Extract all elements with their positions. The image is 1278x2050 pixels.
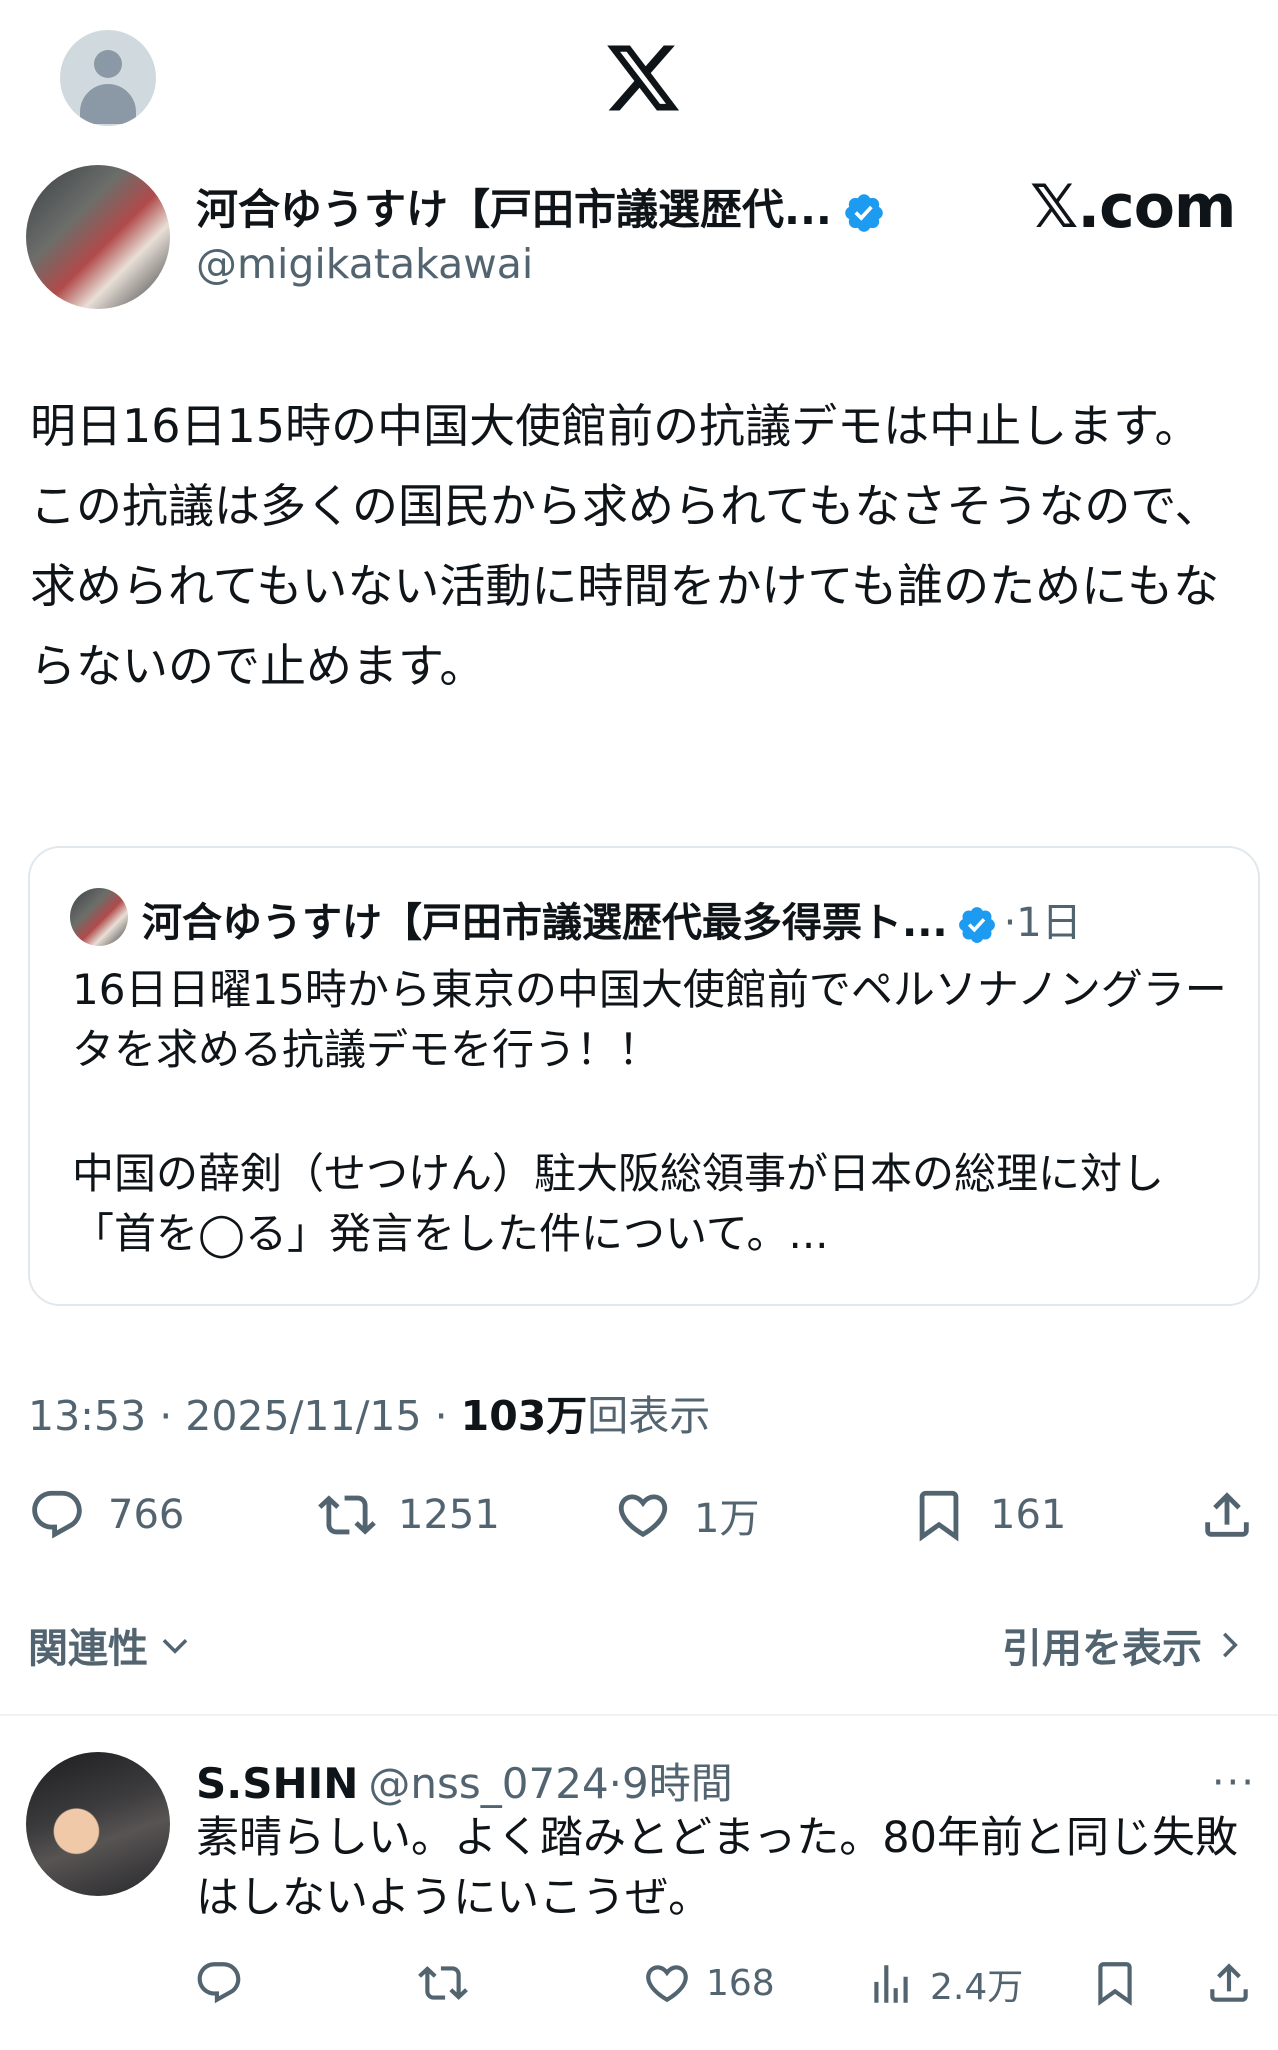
verified-badge-icon: [958, 907, 995, 943]
quoted-tweet-card[interactable]: 河合ゆうすけ【戸田市議選歴代最多得票ト... ·1日 16日日曜15時から東京の中…: [28, 846, 1260, 1306]
quoted-line: 中国の薛剣（せつけん）駐大阪総領事が日本の総理に対し「首を◯る」発言をした件につ…: [72, 1149, 1165, 1258]
retweet-count: 1251: [398, 1492, 500, 1538]
retweet-icon: [318, 1495, 376, 1535]
reply-reply-button[interactable]: [194, 1958, 258, 2008]
view-quotes-link[interactable]: 引用を表示: [1002, 1616, 1248, 1674]
share-icon: [1205, 1492, 1249, 1537]
tweet-meta: 13:53 · 2025/11/15 · 103万回表示: [28, 1382, 710, 1442]
reply-icon: [197, 1962, 241, 2004]
author-handle[interactable]: @migikatakawai: [196, 240, 533, 288]
view-label: 回表示: [587, 1392, 711, 1440]
reply-author-handle[interactable]: @nss_0724: [368, 1759, 608, 1808]
reply-text: 素晴らしい。よく踏みとどまった。80年前と同じ失敗はしないようにいこうぜ。: [196, 1813, 1238, 1923]
like-button[interactable]: 1万: [614, 1486, 759, 1544]
reply-action-bar: 168 2.4万: [0, 1958, 1278, 2008]
tweet-paragraph: 明日16日15時の中国大使館前の抗議デモは中止します。: [30, 399, 1201, 453]
author-name[interactable]: 河合ゆうすけ【戸田市議選歴代...: [196, 185, 832, 234]
tweet-text: 明日16日15時の中国大使館前の抗議デモは中止します。 この抗議は多くの国民から…: [30, 386, 1250, 706]
sort-relevance-button[interactable]: 関連性: [28, 1616, 194, 1674]
quoted-author-name: 河合ゆうすけ【戸田市議選歴代最多得票ト...: [142, 900, 948, 946]
sort-label: 関連性: [28, 1626, 148, 1672]
analytics-icon: [874, 1965, 908, 2003]
reply-retweet-button[interactable]: [418, 1958, 482, 2008]
xcom-watermark: 𝕏.com: [1030, 172, 1236, 242]
reply-view-count: 2.4万: [930, 1967, 1024, 2008]
reply-header: S.SHIN @nss_0724·9時間: [196, 1750, 733, 1811]
reply-views-button[interactable]: 2.4万: [866, 1958, 1023, 2010]
heart-icon: [618, 1494, 668, 1538]
like-count: 1万: [694, 1496, 760, 1542]
heart-icon: [646, 1965, 688, 2003]
quoted-author-avatar: [70, 888, 128, 946]
reply-author-name[interactable]: S.SHIN: [196, 1759, 358, 1808]
reply-bookmark-button[interactable]: [1090, 1958, 1154, 2008]
chevron-down-icon: [162, 1639, 188, 1654]
divider: [0, 1714, 1278, 1716]
tweet-paragraph: この抗議は多くの国民から求められてもなさそうなので、求められてもいない活動に時間…: [30, 479, 1221, 693]
avatar-head-shape: [94, 50, 122, 78]
x-logo-icon: [607, 45, 680, 111]
reply-like-count: 168: [706, 1962, 775, 2004]
quoted-author-row: 河合ゆうすけ【戸田市議選歴代最多得票ト... ·1日: [142, 890, 1082, 948]
bookmark-button[interactable]: 161: [910, 1486, 1066, 1544]
reply-time: ·9時間: [608, 1759, 733, 1808]
tweet-timestamp[interactable]: 13:53 · 2025/11/15 ·: [28, 1392, 461, 1440]
reply-share-button[interactable]: [1204, 1958, 1268, 2008]
quoted-time: ·1日: [1003, 900, 1082, 946]
quotes-label: 引用を表示: [1002, 1626, 1202, 1672]
chevron-right-icon: [1223, 1632, 1238, 1658]
avatar-body-shape: [80, 84, 136, 124]
reply-icon: [32, 1490, 82, 1539]
retweet-button[interactable]: 1251: [318, 1486, 500, 1544]
action-bar: 766 1251 1万 161: [0, 1486, 1278, 1546]
quoted-text: 16日日曜15時から東京の中国大使館前でペルソナノングラータを求める抗議デモを行…: [72, 960, 1232, 1264]
reply-button[interactable]: 766: [28, 1486, 184, 1544]
author-name-row[interactable]: 河合ゆうすけ【戸田市議選歴代...: [196, 176, 886, 237]
reply-author-avatar[interactable]: [26, 1752, 170, 1896]
bookmark-icon: [1098, 1962, 1132, 2006]
reply-count: 766: [108, 1492, 185, 1538]
view-count: 103万: [460, 1392, 588, 1440]
bookmark-count: 161: [990, 1492, 1067, 1538]
reply-like-button[interactable]: 168: [642, 1958, 775, 2008]
account-avatar[interactable]: [60, 30, 156, 126]
quoted-line: 16日日曜15時から東京の中国大使館前でペルソナノングラータを求める抗議デモを行…: [72, 965, 1227, 1074]
share-button[interactable]: [1198, 1486, 1278, 1544]
author-avatar[interactable]: [26, 165, 170, 309]
bookmark-icon: [919, 1490, 959, 1542]
share-icon: [1210, 1963, 1248, 2002]
verified-badge-icon: [845, 193, 883, 232]
retweet-icon: [418, 1966, 468, 2000]
more-options-icon[interactable]: ···: [1212, 1760, 1256, 1806]
